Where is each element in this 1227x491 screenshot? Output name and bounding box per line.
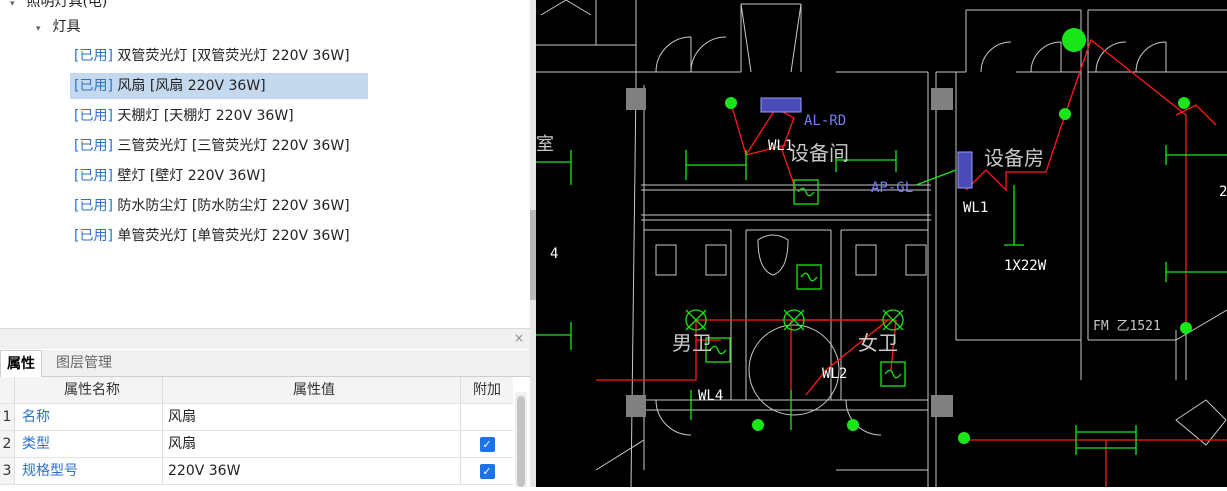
label-wl4: WL4 (698, 388, 723, 404)
tree-node-lighting[interactable]: ▾ 照明灯具(电) (10, 0, 107, 14)
panel-tabs: 属性 图层管理 (0, 350, 530, 377)
label-spec: 1X22W (1004, 258, 1047, 274)
tree-item[interactable]: [已用] 双管荧光灯 [双管荧光灯 220V 36W] (70, 43, 354, 69)
label-edge-2: 2 (1219, 184, 1227, 200)
close-icon[interactable]: × (514, 331, 524, 345)
extra-cell[interactable]: ✓ (462, 431, 512, 457)
tree-item-label: 单管荧光灯 [单管荧光灯 220V 36W] (117, 228, 350, 244)
property-value[interactable]: 风扇 (168, 404, 461, 430)
checkbox-checked-icon[interactable]: ✓ (479, 436, 495, 452)
expand-arrow-icon[interactable]: ▾ (36, 17, 48, 41)
tree-item[interactable]: [已用] 三管荧光灯 [三管荧光灯 220V 36W] (70, 133, 354, 159)
cad-canvas[interactable]: AL-RD WL1 设备间 AP-GL 设备房 WL1 1X22W 室 4 男卫… (536, 0, 1227, 490)
used-tag: [已用] (74, 198, 113, 214)
used-tag: [已用] (74, 168, 113, 184)
label-room-left: 室 (536, 134, 554, 155)
tree-node-label: 照明灯具(电) (26, 0, 108, 10)
tree-node-lamps[interactable]: ▾ 灯具 (36, 15, 80, 39)
label-ap-gl: AP-GL (871, 180, 913, 196)
header-value: 属性值 (168, 377, 461, 403)
left-panel: ▾ 照明灯具(电) ▾ 灯具 [已用] 双管荧光灯 [双管荧光灯 220V 36… (0, 0, 536, 487)
tree-node-label: 灯具 (52, 19, 81, 35)
tree-item-label: 天棚灯 [天棚灯 220V 36W] (117, 108, 294, 124)
cad-drawing[interactable]: AL-RD WL1 设备间 AP-GL 设备房 WL1 1X22W 室 4 男卫… (536, 0, 1227, 490)
extra-cell[interactable]: ✓ (462, 458, 512, 484)
label-wl2: WL2 (822, 366, 847, 382)
tab-layer-manager[interactable]: 图层管理 (50, 350, 118, 376)
tree-item-label: 壁灯 [壁灯 220V 36W] (117, 168, 266, 184)
header-name: 属性名称 (22, 377, 163, 403)
grid-header: 属性名称 属性值 附加 (0, 377, 513, 404)
property-row[interactable]: 2 类型 风扇 ✓ (0, 431, 513, 458)
property-row[interactable]: 1 名称 风扇 (0, 404, 513, 431)
tree-item[interactable]: [已用] 壁灯 [壁灯 220V 36W] (70, 163, 270, 189)
property-value[interactable]: 风扇 (168, 431, 461, 457)
label-fire-door: FM 乙1521 (1093, 319, 1161, 334)
extra-cell[interactable] (462, 404, 512, 430)
tree-item[interactable]: [已用] 天棚灯 [天棚灯 220V 36W] (70, 103, 298, 129)
checkbox-checked-icon[interactable]: ✓ (479, 463, 495, 479)
row-index: 3 (0, 458, 15, 484)
used-tag: [已用] (74, 228, 113, 244)
tree-item-label: 三管荧光灯 [三管荧光灯 220V 36W] (117, 138, 350, 154)
property-value[interactable]: 220V 36W (168, 458, 461, 484)
tree-item-label: 风扇 [风扇 220V 36W] (117, 78, 266, 94)
used-tag: [已用] (74, 48, 113, 64)
panel-splitter[interactable]: × (0, 328, 530, 349)
scrollbar-thumb[interactable] (517, 396, 525, 487)
label-female-wc: 女卫 (858, 331, 898, 355)
label-equipment-room: 设备房 (984, 146, 1044, 170)
property-name: 规格型号 (22, 458, 163, 484)
property-row[interactable]: 3 规格型号 220V 36W ✓ (0, 458, 513, 485)
expand-arrow-icon[interactable]: ▾ (10, 0, 22, 16)
cad-text: AL-RD WL1 设备间 AP-GL 设备房 WL1 1X22W 室 4 男卫… (536, 113, 1227, 404)
label-equip-room: 设备间 (789, 141, 849, 165)
label-num4: 4 (550, 246, 558, 262)
used-tag: [已用] (74, 138, 113, 154)
tree-item[interactable]: [已用] 风扇 [风扇 220V 36W] (70, 73, 368, 99)
used-tag: [已用] (74, 108, 113, 124)
label-al-rd: AL-RD (804, 113, 846, 129)
tree-item[interactable]: [已用] 防水防尘灯 [防水防尘灯 220V 36W] (70, 193, 354, 219)
tab-properties[interactable]: 属性 (0, 350, 42, 377)
used-tag: [已用] (74, 78, 113, 94)
grid-scrollbar[interactable] (515, 392, 527, 487)
header-index (0, 377, 15, 403)
header-extra: 附加 (473, 382, 501, 398)
row-index: 2 (0, 431, 15, 457)
property-name: 类型 (22, 431, 163, 457)
light-dots (725, 28, 1192, 444)
tree-item[interactable]: [已用] 单管荧光灯 [单管荧光灯 220V 36W] (70, 223, 354, 249)
tree-item-label: 双管荧光灯 [双管荧光灯 220V 36W] (117, 48, 350, 64)
tree-item-label: 防水防尘灯 [防水防尘灯 220V 36W] (117, 198, 350, 214)
property-name: 名称 (22, 404, 163, 430)
label-male-wc: 男卫 (672, 331, 712, 355)
component-tree: ▾ 照明灯具(电) ▾ 灯具 [已用] 双管荧光灯 [双管荧光灯 220V 36… (0, 0, 530, 328)
label-wl1-b: WL1 (963, 200, 988, 216)
row-index: 1 (0, 404, 15, 430)
